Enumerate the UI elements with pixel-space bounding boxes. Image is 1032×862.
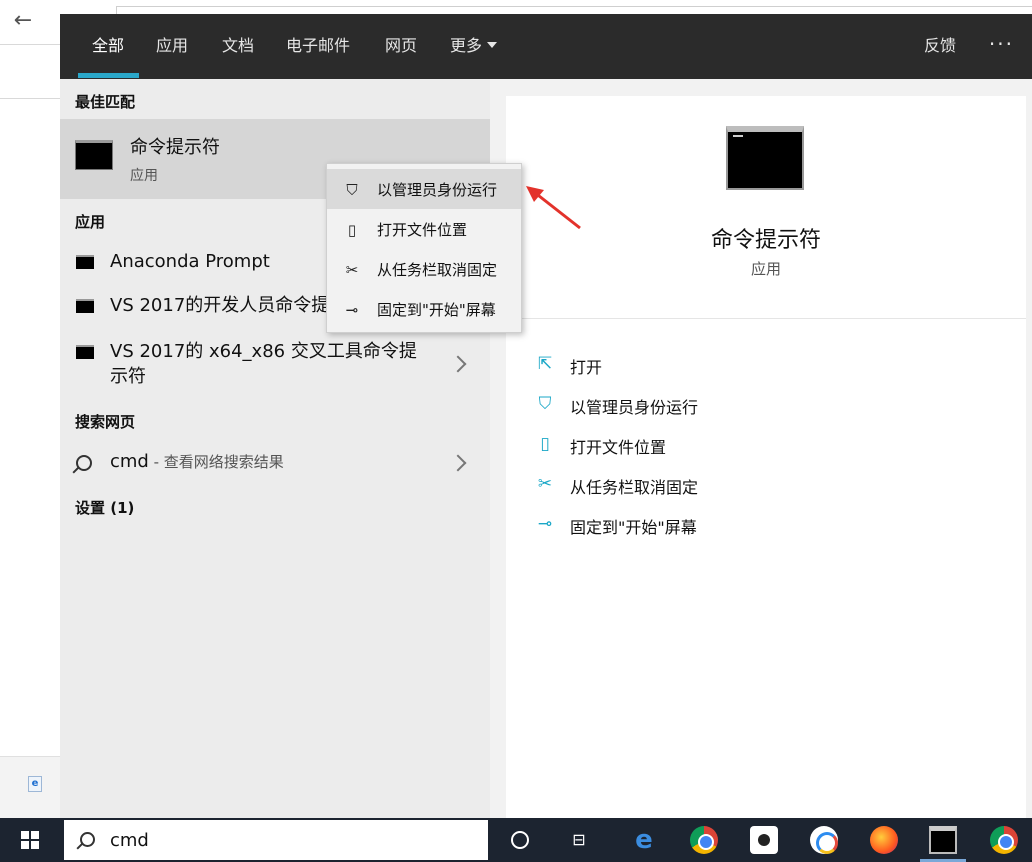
divider [506, 318, 1026, 319]
web-search-hint: - 查看网络搜索结果 [148, 453, 284, 471]
unpin-icon: ✂ [345, 261, 359, 279]
shield-icon: ⛉ [538, 394, 552, 414]
context-open-file-location[interactable]: ▯ 打开文件位置 [327, 209, 521, 249]
chrome-icon[interactable] [990, 826, 1018, 854]
shield-icon: ⛉ [346, 181, 358, 199]
pin-icon: ⊸ [537, 514, 553, 534]
action-label: 固定到"开始"屏幕 [570, 518, 697, 537]
context-unpin-from-taskbar[interactable]: ✂ 从任务栏取消固定 [327, 249, 521, 289]
search-input[interactable]: cmd [110, 830, 149, 851]
web-search-item[interactable]: cmd - 查看网络搜索结果 [60, 447, 490, 481]
back-arrow-icon[interactable]: ← [8, 6, 38, 36]
action-label: 打开 [570, 358, 603, 377]
folder-location-icon: ▯ [540, 434, 550, 454]
taskbar: cmd ⊟ e [0, 818, 1032, 862]
console-app-icon [76, 345, 94, 359]
tab-more[interactable]: 更多 [450, 34, 498, 58]
search-web-heading: 搜索网页 [75, 413, 136, 431]
best-match-heading: 最佳匹配 [75, 93, 136, 111]
best-match-subtitle: 应用 [130, 168, 158, 184]
context-pin-to-start[interactable]: ⊸ 固定到"开始"屏幕 [327, 289, 521, 329]
command-prompt-icon [75, 140, 113, 170]
console-app-icon [76, 255, 94, 269]
context-menu: ⛉ 以管理员身份运行 ▯ 打开文件位置 ✂ 从任务栏取消固定 ⊸ 固定到"开始"… [326, 163, 522, 333]
divider [0, 98, 60, 99]
web-search-label: cmd - 查看网络搜索结果 [110, 450, 284, 474]
tab-apps[interactable]: 应用 [156, 34, 188, 58]
tab-web[interactable]: 网页 [385, 34, 417, 58]
list-item-label: VS 2017的开发人员命令提 [110, 295, 330, 316]
ie-file-icon[interactable]: e [28, 776, 42, 792]
settings-heading[interactable]: 设置 (1) [75, 497, 134, 518]
active-tab-indicator [78, 73, 139, 78]
command-prompt-taskbar-icon[interactable] [929, 826, 957, 854]
action-label: 打开文件位置 [570, 438, 667, 457]
list-item-label: Anaconda Prompt [110, 251, 270, 272]
annotation-arrow-icon [526, 186, 581, 230]
menu-item-label: 从任务栏取消固定 [377, 261, 498, 279]
chevron-right-icon[interactable] [449, 355, 467, 373]
preview-subtitle: 应用 [750, 260, 781, 278]
chevron-right-icon[interactable] [449, 454, 467, 472]
search-icon [76, 455, 92, 471]
tab-docs[interactable]: 文档 [222, 34, 254, 58]
menu-item-label: 固定到"开始"屏幕 [377, 301, 496, 319]
camera-app-icon[interactable] [750, 826, 778, 854]
menu-item-label: 打开文件位置 [377, 221, 468, 239]
command-prompt-icon [726, 126, 804, 190]
divider [0, 44, 60, 45]
menu-item-label: 以管理员身份运行 [377, 181, 498, 199]
context-run-as-admin[interactable]: ⛉ 以管理员身份运行 [327, 169, 521, 209]
open-icon: ⇱ [537, 354, 553, 374]
apps-heading: 应用 [75, 213, 106, 231]
feedback-link[interactable]: 反馈 [924, 34, 956, 58]
action-label: 以管理员身份运行 [570, 398, 699, 417]
list-item[interactable]: VS 2017的 x64_x86 交叉工具命令提 示符 [60, 337, 490, 393]
start-button[interactable] [0, 818, 60, 862]
web-search-query: cmd [110, 451, 149, 472]
firefox-icon[interactable] [870, 826, 898, 854]
list-item-label-continued: 示符 [110, 366, 146, 387]
tab-all[interactable]: 全部 [92, 34, 124, 58]
best-match-title: 命令提示符 [130, 137, 220, 158]
task-view-icon[interactable]: ⊟ [566, 830, 592, 850]
unpin-icon: ✂ [537, 474, 553, 494]
search-panel: 全部 应用 文档 电子邮件 网页 更多 反馈 ··· 最佳匹配 命令提示符 应用… [60, 14, 1032, 818]
chrome-icon[interactable] [690, 826, 718, 854]
cortana-icon[interactable] [511, 831, 529, 849]
edge-icon[interactable]: e [630, 826, 658, 854]
list-item-label: VS 2017的 x64_x86 交叉工具命令提 [110, 341, 417, 362]
folder-location-icon: ▯ [347, 221, 357, 239]
windows-logo-icon [21, 831, 39, 849]
arrow-shaft [533, 190, 581, 230]
search-icon [80, 832, 95, 847]
console-app-icon [76, 299, 94, 313]
tab-email[interactable]: 电子邮件 [286, 34, 350, 58]
chevron-down-icon [487, 42, 498, 48]
taskbar-search-box[interactable]: cmd [62, 818, 490, 862]
baidu-netdisk-icon[interactable] [810, 826, 838, 854]
filter-tabs-bar: 全部 应用 文档 电子邮件 网页 更多 反馈 ··· [60, 14, 1032, 79]
tab-more-label: 更多 [450, 36, 483, 55]
more-options-icon[interactable]: ··· [989, 32, 1014, 56]
pin-icon: ⊸ [345, 301, 359, 319]
action-label: 从任务栏取消固定 [570, 478, 699, 497]
